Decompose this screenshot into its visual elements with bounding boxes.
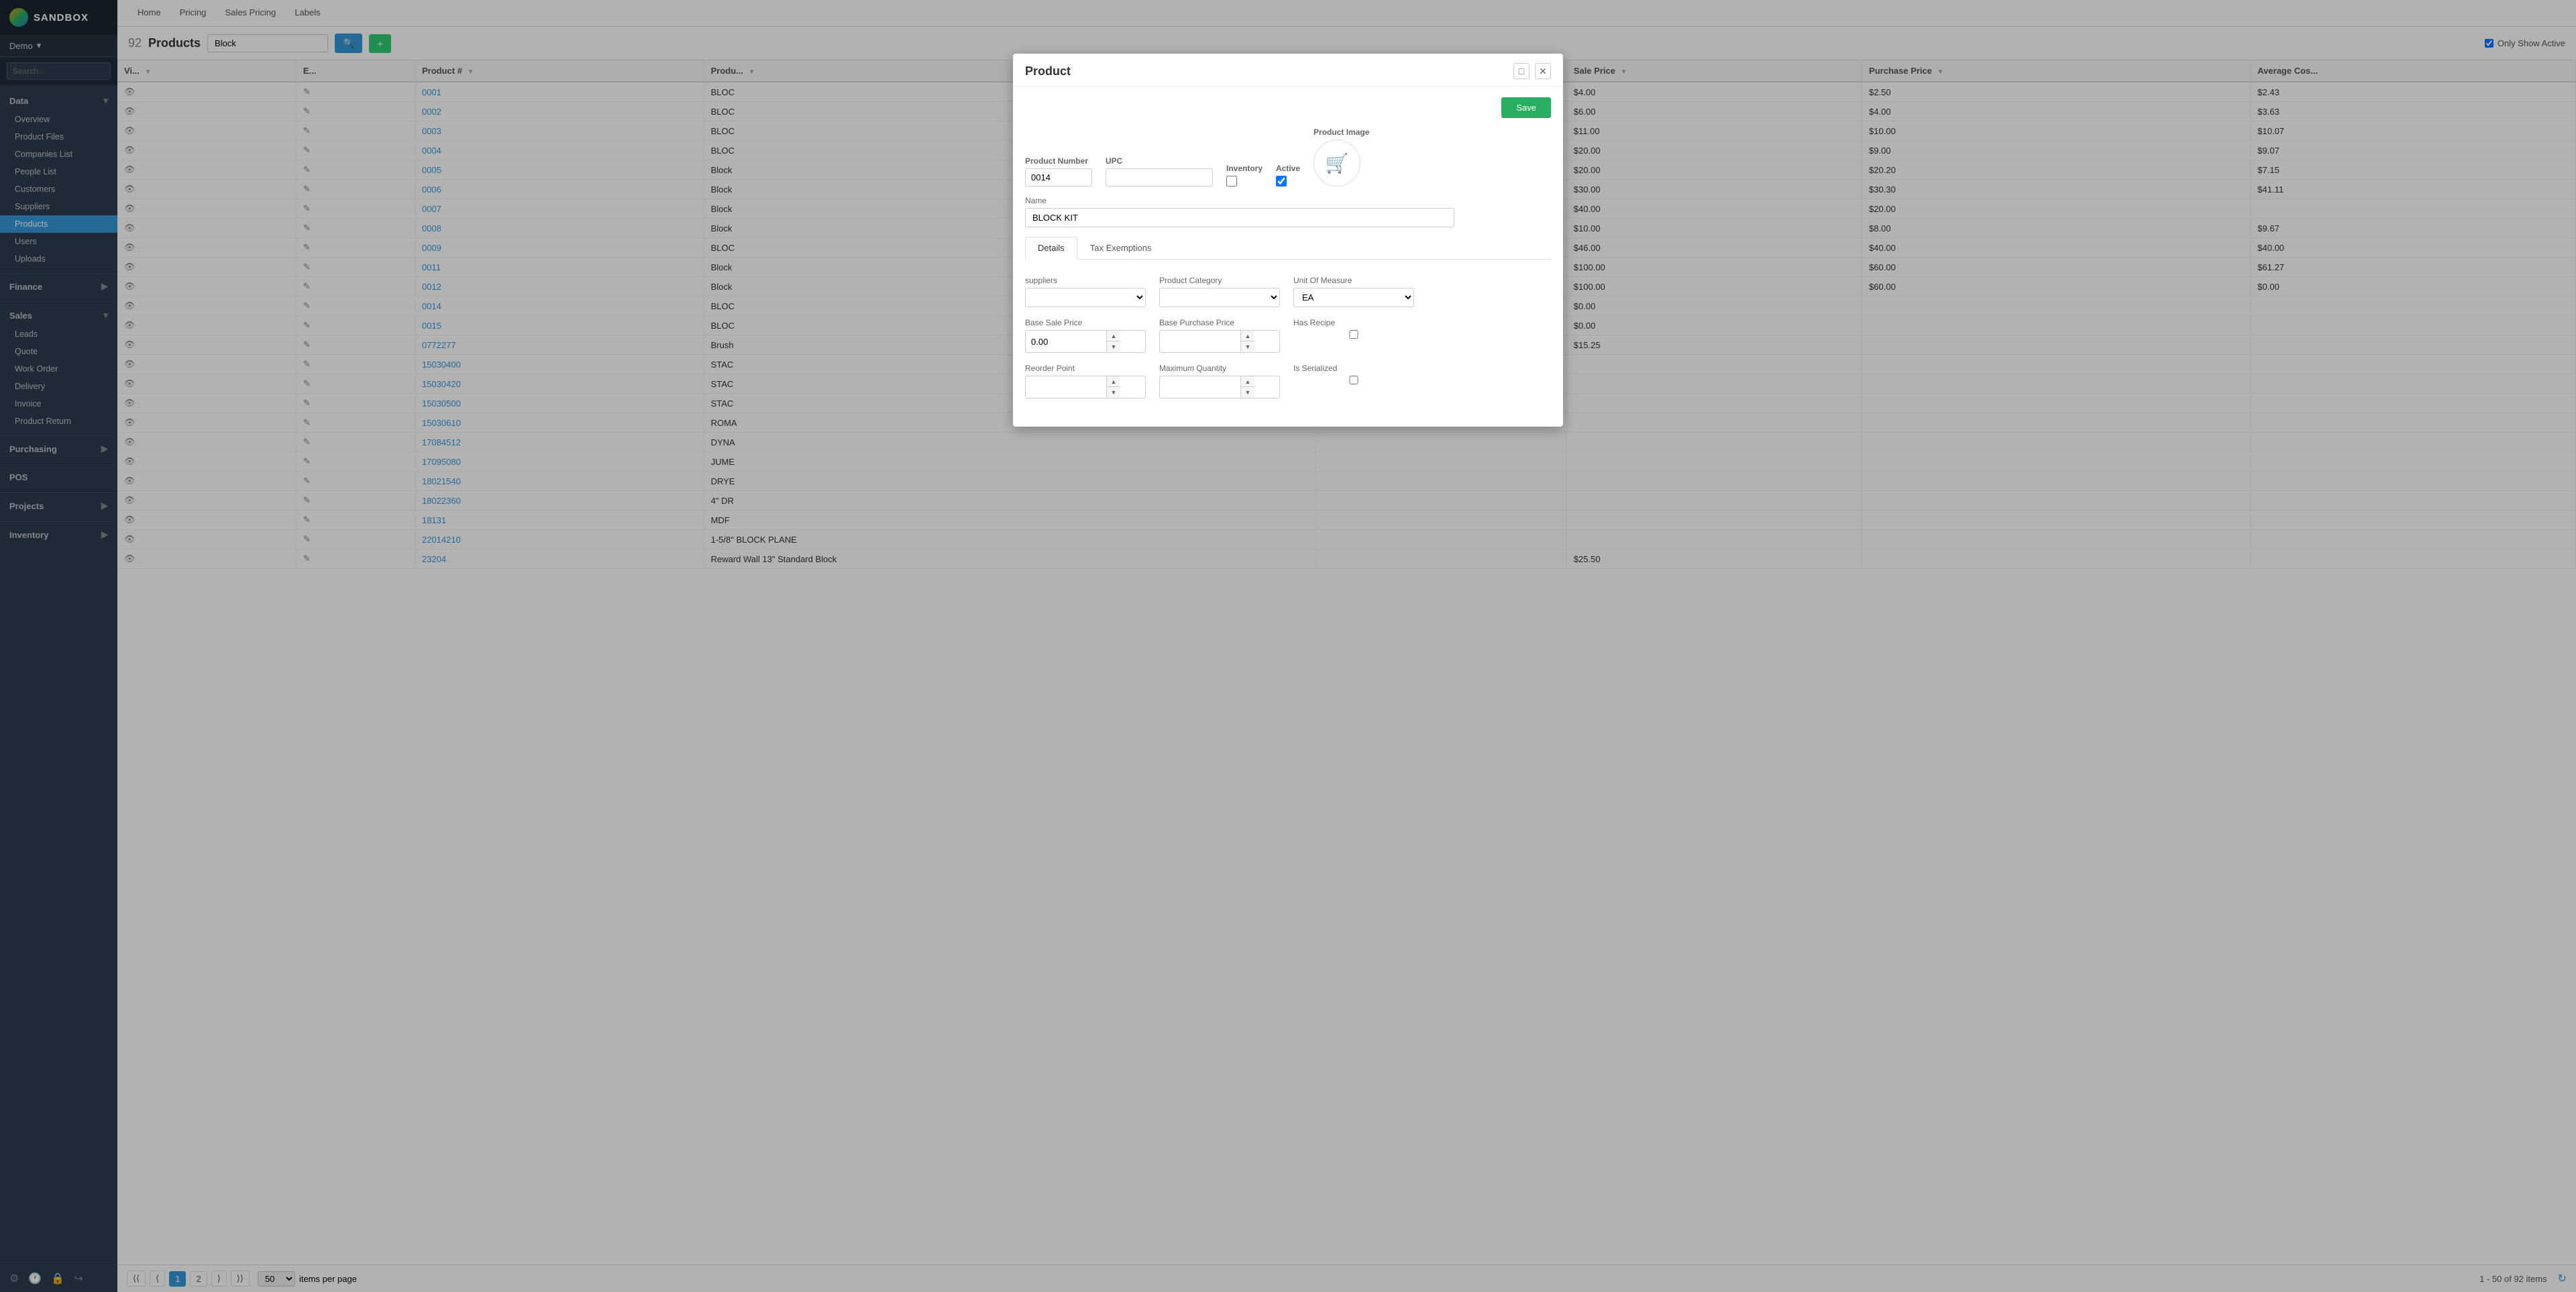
maximum-quantity-input[interactable]: [1160, 379, 1240, 396]
has-recipe-label: Has Recipe: [1293, 318, 1414, 327]
details-row-1: suppliers Product Category Unit Of Measu…: [1025, 276, 1551, 307]
product-modal: Product □ ✕ Save Product Number UPC: [1013, 54, 1563, 427]
maximum-quantity-spin: ▲ ▼: [1240, 376, 1254, 398]
reorder-point-input-wrapper: ▲ ▼: [1025, 376, 1146, 398]
name-input[interactable]: [1025, 208, 1454, 227]
base-sale-price-input[interactable]: [1026, 333, 1106, 350]
base-sale-price-down[interactable]: ▼: [1107, 341, 1120, 352]
reorder-point-input[interactable]: [1026, 379, 1106, 396]
name-label: Name: [1025, 196, 1551, 205]
reorder-point-down[interactable]: ▼: [1107, 387, 1120, 398]
upc-label: UPC: [1106, 156, 1213, 166]
maximum-quantity-input-wrapper: ▲ ▼: [1159, 376, 1280, 398]
base-purchase-price-spin: ▲ ▼: [1240, 331, 1254, 352]
modal-name-row: Name: [1025, 196, 1551, 227]
modal-overlay: Product □ ✕ Save Product Number UPC: [0, 0, 2576, 1292]
modal-form-top-row: Product Number UPC Inventory Active Prod…: [1025, 127, 1551, 186]
base-sale-price-up[interactable]: ▲: [1107, 331, 1120, 341]
modal-header: Product □ ✕: [1013, 54, 1563, 87]
base-purchase-price-label: Base Purchase Price: [1159, 318, 1280, 327]
has-recipe-group: Has Recipe: [1293, 318, 1414, 353]
modal-tabs: Details Tax Exemptions: [1025, 237, 1551, 260]
base-purchase-price-down[interactable]: ▼: [1241, 341, 1254, 352]
upc-input[interactable]: [1106, 168, 1213, 186]
modal-maximize-btn[interactable]: □: [1513, 63, 1529, 79]
maximum-quantity-down[interactable]: ▼: [1241, 387, 1254, 398]
unit-of-measure-group: Unit Of Measure EA: [1293, 276, 1414, 307]
suppliers-label: suppliers: [1025, 276, 1146, 285]
modal-tab-details[interactable]: Details: [1025, 237, 1077, 260]
is-serialized-label: Is Serialized: [1293, 364, 1414, 373]
product-category-select[interactable]: [1159, 288, 1280, 307]
base-sale-price-label: Base Sale Price: [1025, 318, 1146, 327]
suppliers-select[interactable]: [1025, 288, 1146, 307]
details-row-2: Base Sale Price ▲ ▼ Base Purchase Price: [1025, 318, 1551, 353]
base-sale-price-group: Base Sale Price ▲ ▼: [1025, 318, 1146, 353]
unit-of-measure-select[interactable]: EA: [1293, 288, 1414, 307]
maximum-quantity-group: Maximum Quantity ▲ ▼: [1159, 364, 1280, 398]
product-image-label: Product Image: [1313, 127, 1369, 137]
inventory-label: Inventory: [1226, 164, 1263, 173]
product-image-group: Product Image 🛒: [1313, 127, 1369, 186]
base-purchase-price-group: Base Purchase Price ▲ ▼: [1159, 318, 1280, 353]
modal-title: Product: [1025, 64, 1071, 78]
product-number-label: Product Number: [1025, 156, 1092, 166]
unit-of-measure-label: Unit Of Measure: [1293, 276, 1414, 285]
maximum-quantity-up[interactable]: ▲: [1241, 376, 1254, 387]
is-serialized-checkbox[interactable]: [1293, 376, 1414, 384]
details-row-3: Reorder Point ▲ ▼ Maximum Quantity: [1025, 364, 1551, 398]
modal-tab-tax-exemptions[interactable]: Tax Exemptions: [1077, 237, 1165, 259]
inventory-checkbox[interactable]: [1226, 176, 1237, 186]
reorder-point-spin: ▲ ▼: [1106, 376, 1120, 398]
modal-body: Save Product Number UPC Inventory Active: [1013, 87, 1563, 427]
modal-details-form: suppliers Product Category Unit Of Measu…: [1025, 269, 1551, 416]
modal-save-row: Save: [1025, 97, 1551, 118]
inventory-group: Inventory: [1226, 164, 1263, 186]
active-group: Active: [1276, 164, 1300, 186]
upc-group: UPC: [1106, 156, 1213, 186]
suppliers-group: suppliers: [1025, 276, 1146, 307]
base-purchase-price-input-wrapper: ▲ ▼: [1159, 330, 1280, 353]
product-number-group: Product Number: [1025, 156, 1092, 186]
product-category-label: Product Category: [1159, 276, 1280, 285]
product-number-input[interactable]: [1025, 168, 1092, 186]
modal-save-button[interactable]: Save: [1501, 97, 1551, 118]
modal-close-btn[interactable]: ✕: [1535, 63, 1551, 79]
product-image-placeholder: 🛒: [1313, 140, 1360, 186]
product-category-group: Product Category: [1159, 276, 1280, 307]
reorder-point-label: Reorder Point: [1025, 364, 1146, 373]
base-sale-price-input-wrapper: ▲ ▼: [1025, 330, 1146, 353]
modal-controls: □ ✕: [1513, 63, 1551, 79]
active-label: Active: [1276, 164, 1300, 173]
base-purchase-price-up[interactable]: ▲: [1241, 331, 1254, 341]
reorder-point-up[interactable]: ▲: [1107, 376, 1120, 387]
has-recipe-checkbox[interactable]: [1293, 330, 1414, 339]
maximum-quantity-label: Maximum Quantity: [1159, 364, 1280, 373]
active-checkbox[interactable]: [1276, 176, 1287, 186]
reorder-point-group: Reorder Point ▲ ▼: [1025, 364, 1146, 398]
base-purchase-price-input[interactable]: [1160, 333, 1240, 350]
is-serialized-group: Is Serialized: [1293, 364, 1414, 398]
base-sale-price-spin: ▲ ▼: [1106, 331, 1120, 352]
